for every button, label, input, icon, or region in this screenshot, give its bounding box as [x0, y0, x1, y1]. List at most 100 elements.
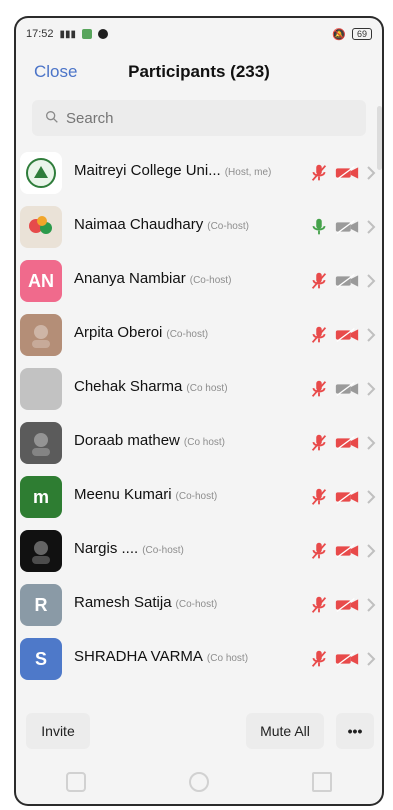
nav-back-icon[interactable]: [312, 772, 333, 792]
video-off-icon[interactable]: [334, 164, 360, 182]
college-logo-icon: [20, 152, 62, 194]
avatar: m: [20, 476, 62, 518]
app-notification-icon: [82, 29, 93, 39]
battery-icon: 69: [351, 28, 372, 40]
participant-name-text: Ramesh Satija: [74, 594, 172, 611]
search-input[interactable]: [32, 108, 366, 128]
participant-name-text: Ananya Nambiar: [74, 270, 186, 287]
video-off-icon[interactable]: [334, 650, 360, 668]
participant-row[interactable]: Doraab mathew (Co host): [14, 416, 384, 470]
app-notification-icon: [98, 29, 109, 39]
portrait-photo-icon: [20, 422, 62, 464]
participant-row[interactable]: Nargis .... (Co-host): [14, 524, 384, 578]
microphone-muted-icon[interactable]: [308, 268, 330, 294]
more-options-button[interactable]: •••: [336, 713, 374, 749]
video-off-icon[interactable]: [334, 488, 360, 506]
participant-name: Maitreyi College Uni... (Host, me): [74, 162, 271, 179]
participant-name: Doraab mathew (Co host): [74, 432, 225, 449]
participant-row[interactable]: AN Ananya Nambiar (Co-host): [14, 254, 384, 308]
bottom-bar: Invite Mute All •••: [14, 706, 384, 758]
participant-name-text: Maitreyi College Uni...: [74, 162, 221, 179]
participant-row[interactable]: m Meenu Kumari (Co-host): [14, 470, 384, 524]
microphone-muted-icon[interactable]: [308, 430, 330, 456]
avatar: S: [20, 638, 62, 680]
participant-role: (Co-host): [142, 545, 184, 556]
participant-name: Naimaa Chaudhary (Co-host): [74, 216, 249, 233]
invite-button[interactable]: Invite: [26, 713, 90, 749]
chevron-right-icon[interactable]: [366, 540, 376, 562]
avatar: AN: [20, 260, 62, 302]
video-off-icon[interactable]: [334, 434, 360, 452]
participant-name: Arpita Oberoi (Co-host): [74, 324, 208, 341]
video-off-icon[interactable]: [334, 272, 360, 290]
chevron-right-icon[interactable]: [366, 162, 376, 184]
portrait-photo-icon: [20, 530, 62, 572]
portrait-photo-icon: [20, 314, 62, 356]
participant-role: (Co host): [183, 437, 226, 448]
participant-name-text: Arpita Oberoi: [74, 324, 163, 341]
chevron-right-icon[interactable]: [366, 378, 376, 400]
screen-frame: 17:52 ▮▮▮ 🔕 69 Close Participants (233) …: [0, 0, 393, 810]
chevron-right-icon[interactable]: [366, 216, 376, 238]
microphone-muted-icon[interactable]: [308, 322, 330, 348]
participant-role: (Co host): [186, 383, 228, 394]
participant-name: Ramesh Satija (Co-host): [74, 594, 217, 611]
close-button[interactable]: Close: [34, 62, 77, 82]
participant-name-text: Doraab mathew: [74, 432, 180, 449]
participant-row[interactable]: R Ramesh Satija (Co-host): [14, 578, 384, 632]
chevron-right-icon[interactable]: [366, 648, 376, 670]
video-off-icon[interactable]: [334, 380, 360, 398]
participant-row[interactable]: Chehak Sharma (Co host): [14, 362, 384, 416]
microphone-muted-icon[interactable]: [308, 646, 330, 672]
video-off-icon[interactable]: [334, 596, 360, 614]
chevron-right-icon[interactable]: [366, 432, 376, 454]
microphone-muted-icon[interactable]: [308, 484, 330, 510]
video-off-icon[interactable]: [334, 326, 360, 344]
video-off-icon[interactable]: [334, 218, 360, 236]
participant-name: SHRADHA VARMA (Co host): [74, 648, 248, 665]
participant-row[interactable]: Arpita Oberoi (Co-host): [14, 308, 384, 362]
avatar: R: [20, 584, 62, 626]
microphone-muted-icon[interactable]: [308, 160, 330, 186]
chevron-right-icon[interactable]: [366, 324, 376, 346]
participant-name-text: SHRADHA VARMA: [74, 648, 203, 665]
system-nav: [14, 768, 384, 796]
participant-row[interactable]: Naimaa Chaudhary (Co-host): [14, 200, 384, 254]
participant-role: (Co-host): [166, 329, 209, 340]
mute-icon: 🔕: [332, 28, 346, 41]
page-title: Participants (233): [128, 62, 270, 81]
participant-role: (Co-host): [189, 275, 232, 286]
participant-name-text: Meenu Kumari: [74, 486, 172, 503]
nav-menu-icon[interactable]: [65, 772, 86, 792]
nav-home-icon[interactable]: [188, 772, 209, 792]
microphone-muted-icon[interactable]: [308, 376, 330, 402]
video-off-icon[interactable]: [334, 542, 360, 560]
microphone-muted-icon[interactable]: [308, 538, 330, 564]
mute-all-button[interactable]: Mute All: [246, 713, 324, 749]
chevron-right-icon[interactable]: [366, 270, 376, 292]
microphone-muted-icon[interactable]: [308, 592, 330, 618]
participant-name-text: Naimaa Chaudhary: [74, 216, 204, 233]
chevron-right-icon[interactable]: [366, 486, 376, 508]
chevron-right-icon[interactable]: [366, 594, 376, 616]
participant-name: Meenu Kumari (Co-host): [74, 486, 217, 503]
flower-photo-icon: [20, 206, 62, 248]
status-bar: 17:52 ▮▮▮ 🔕 69: [26, 24, 372, 44]
phone: 17:52 ▮▮▮ 🔕 69 Close Participants (233) …: [14, 16, 384, 806]
search-bar: [32, 100, 366, 136]
participant-row[interactable]: Maitreyi College Uni... (Host, me): [14, 146, 384, 200]
participant-list: Maitreyi College Uni... (Host, me) Naimaa …: [14, 146, 384, 706]
participant-name: Nargis .... (Co-host): [74, 540, 184, 557]
participant-role: (Co-host): [175, 491, 218, 502]
participant-name-text: Nargis ....: [74, 540, 139, 557]
participant-role: (Co host): [206, 653, 249, 664]
participant-row[interactable]: S SHRADHA VARMA (Co host): [14, 632, 384, 686]
microphone-icon[interactable]: [308, 214, 330, 240]
search-icon: [46, 111, 58, 123]
avatar: [20, 368, 62, 410]
participant-name-text: Chehak Sharma: [74, 378, 183, 395]
participant-role: (Co-host): [207, 221, 249, 232]
signal-icon: ▮▮▮: [59, 28, 77, 40]
participant-name: Ananya Nambiar (Co-host): [74, 270, 231, 287]
participant-name: Chehak Sharma (Co host): [74, 378, 228, 395]
